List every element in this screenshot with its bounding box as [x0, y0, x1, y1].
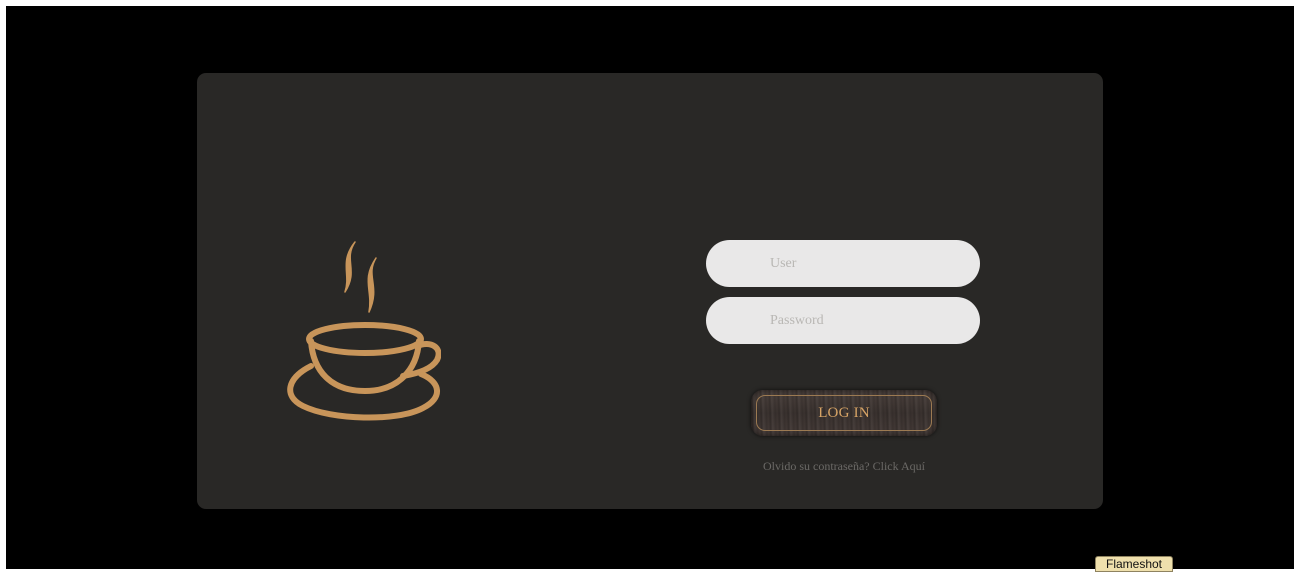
login-screen: LOG IN Olvido su contraseña? Click Aquí	[6, 6, 1294, 569]
user-input[interactable]	[706, 240, 980, 287]
password-input[interactable]	[706, 297, 980, 344]
flameshot-taskbar-button[interactable]: Flameshot	[1095, 556, 1173, 572]
forgot-password-link[interactable]: Olvido su contraseña? Click Aquí	[717, 459, 971, 474]
coffee-cup-icon	[287, 241, 441, 421]
login-button-frame: LOG IN	[756, 395, 932, 431]
login-button[interactable]: LOG IN	[751, 390, 937, 436]
login-button-label: LOG IN	[818, 404, 870, 421]
login-card: LOG IN Olvido su contraseña? Click Aquí	[197, 73, 1103, 509]
